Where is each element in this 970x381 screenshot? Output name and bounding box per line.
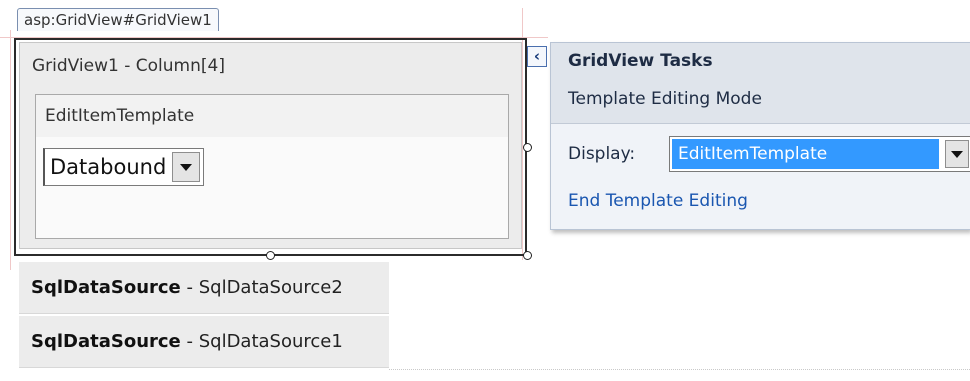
gridview-tasks-panel: GridView Tasks Template Editing Mode Dis… [550,42,970,230]
display-select-button[interactable] [945,140,969,168]
resize-handle-bottom[interactable] [266,251,275,260]
smart-tag-collapse-button[interactable]: ‹ [527,46,547,67]
tasks-header: GridView Tasks Template Editing Mode [551,43,970,124]
display-select-value: EditItemTemplate [672,139,939,169]
control-tag: asp:GridView#GridView1 [17,8,219,31]
tasks-title: GridView Tasks [568,51,713,71]
datasource-separator: - [180,277,199,298]
end-template-editing-link[interactable]: End Template Editing [568,191,748,211]
divider [389,369,970,370]
guide-line [10,30,11,270]
display-label: Display: [568,144,636,164]
datasource-id: SqlDataSource1 [198,331,343,352]
chevron-left-icon: ‹ [533,47,541,65]
tasks-subtitle: Template Editing Mode [568,89,762,109]
sqldatasource-control[interactable]: SqlDataSource - SqlDataSource2 [19,262,389,314]
sqldatasource-control[interactable]: SqlDataSource - SqlDataSource1 [19,316,389,368]
resize-handle-right[interactable] [523,143,532,152]
display-select[interactable]: EditItemTemplate [669,136,970,172]
selection-frame [14,38,527,256]
chevron-down-icon [951,150,963,158]
resize-handle-corner[interactable] [523,251,532,260]
datasource-type: SqlDataSource [31,331,181,352]
datasource-id: SqlDataSource2 [198,277,343,298]
datasource-separator: - [180,331,199,352]
datasource-type: SqlDataSource [31,277,181,298]
